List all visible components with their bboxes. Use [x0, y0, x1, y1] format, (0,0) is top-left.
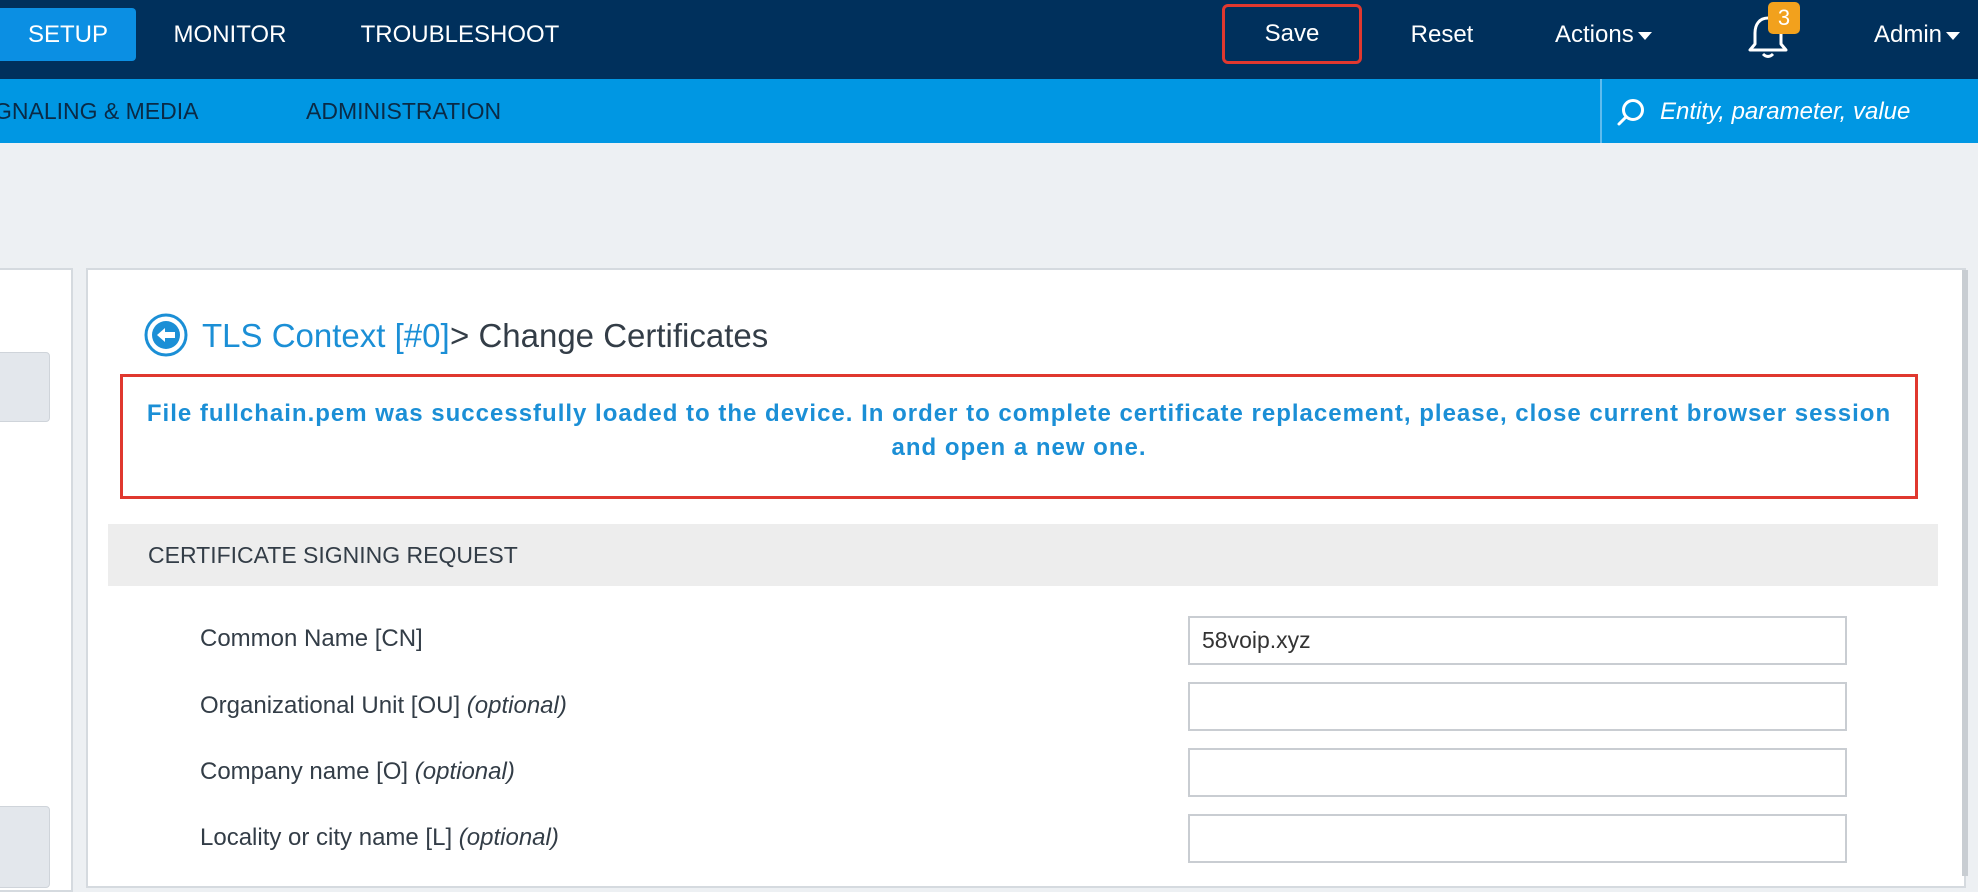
nav-administration[interactable]: ADMINISTRATION	[306, 79, 501, 143]
tab-setup[interactable]: SETUP	[0, 8, 136, 61]
notification-count-badge[interactable]: 3	[1768, 2, 1800, 34]
search-input[interactable]	[1658, 91, 1972, 133]
section-header-csr: CERTIFICATE SIGNING REQUEST	[108, 524, 1938, 586]
field-label-text: Common Name [CN]	[200, 625, 423, 652]
optional-hint: (optional)	[458, 824, 559, 851]
tab-troubleshoot[interactable]: TROUBLESHOOT	[345, 8, 575, 61]
success-alert-message: File fullchain.pem was successfully load…	[120, 374, 1918, 499]
admin-label: Admin	[1874, 21, 1943, 48]
page-title: > Change Certificates	[450, 317, 769, 354]
optional-hint: (optional)	[414, 758, 515, 785]
tab-monitor[interactable]: MONITOR	[150, 8, 310, 61]
vertical-scrollbar[interactable]	[1962, 270, 1968, 876]
locality-input[interactable]	[1188, 814, 1847, 863]
caret-down-icon	[1637, 31, 1652, 40]
field-label-text: Organizational Unit [OU]	[200, 692, 461, 719]
actions-menu-button[interactable]: Actions	[1555, 8, 1652, 61]
field-label-company-name: Company name [O] (optional)	[200, 752, 515, 792]
field-label-text: Locality or city name [L]	[200, 824, 453, 851]
common-name-input[interactable]	[1188, 616, 1847, 665]
caret-down-icon	[1946, 31, 1961, 40]
field-label-organizational-unit: Organizational Unit [OU] (optional)	[200, 686, 567, 726]
actions-label: Actions	[1555, 21, 1634, 48]
back-arrow-circle-icon[interactable]	[143, 312, 189, 358]
optional-hint: (optional)	[466, 692, 567, 719]
company-name-input[interactable]	[1188, 748, 1847, 797]
breadcrumb-tls-context-link[interactable]: TLS Context [#0]	[202, 314, 450, 358]
search-box	[1600, 79, 1978, 143]
field-label-text: Company name [O]	[200, 758, 409, 785]
nav-signaling-media[interactable]: GNALING & MEDIA	[0, 79, 198, 143]
top-navigation-bar: SETUP MONITOR TROUBLESHOOT Save Reset Ac…	[0, 0, 1978, 79]
field-label-locality: Locality or city name [L] (optional)	[200, 818, 559, 858]
organizational-unit-input[interactable]	[1188, 682, 1847, 731]
secondary-navigation-bar: GNALING & MEDIA ADMINISTRATION	[0, 79, 1978, 143]
admin-user-menu[interactable]: Admin	[1874, 8, 1961, 61]
left-panel-button[interactable]	[0, 352, 50, 422]
reset-button[interactable]: Reset	[1402, 8, 1482, 61]
field-label-common-name: Common Name [CN]	[200, 619, 423, 659]
search-icon	[1617, 99, 1644, 126]
save-button[interactable]: Save	[1222, 4, 1362, 64]
